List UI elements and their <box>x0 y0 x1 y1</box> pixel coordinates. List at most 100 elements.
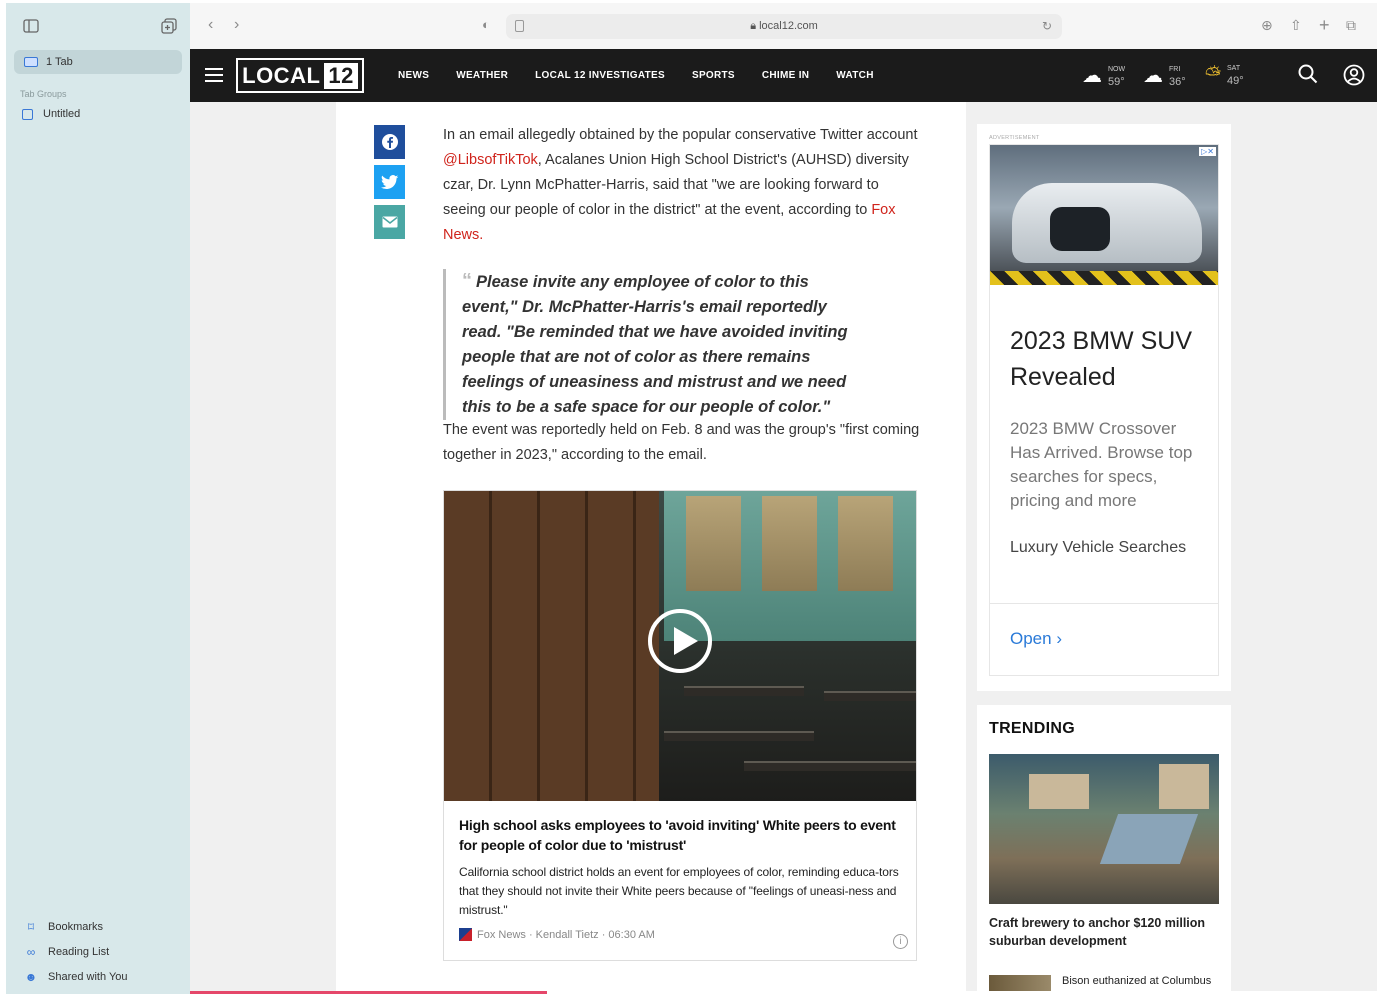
play-icon[interactable] <box>648 609 712 673</box>
sidebar-tab-group-untitled[interactable]: Untitled <box>22 108 80 120</box>
browser-sidebar: 1 Tab Tab Groups Untitled ⌑ Bookmarks ∞ … <box>6 3 190 994</box>
video-player[interactable] <box>444 491 916 801</box>
nav-weather[interactable]: WEATHER <box>456 70 508 81</box>
bookmark-icon: ⌑ <box>27 920 35 934</box>
weather-day: FRI <box>1169 65 1181 73</box>
weather-sat[interactable]: ⛅︎ SAT 49° <box>1205 63 1244 88</box>
nav-news[interactable]: NEWS <box>398 70 429 81</box>
url-text: 🔒︎ local12.com <box>506 20 1062 33</box>
ad-divider <box>990 603 1218 604</box>
trending-thumbnail <box>989 975 1051 991</box>
back-icon[interactable]: ‹ <box>208 16 213 34</box>
email-icon <box>382 216 397 228</box>
weather-day: NOW <box>1108 65 1126 73</box>
nav-sports[interactable]: SPORTS <box>692 70 735 81</box>
trending-item[interactable]: Bison euthanized at Columbus <box>989 975 1211 991</box>
trending-image-building <box>1159 764 1209 809</box>
weather-temp: 36° <box>1169 75 1186 88</box>
trending-image-court <box>1099 814 1199 864</box>
ad-title[interactable]: 2023 BMW SUV Revealed <box>1010 323 1210 395</box>
privacy-shield-icon[interactable]: ◐ <box>482 16 490 34</box>
chevron-right-icon: › <box>1056 629 1062 648</box>
twitter-share-button[interactable] <box>374 165 405 199</box>
ad-car-grille <box>1050 207 1110 251</box>
article-paragraph: The event was reportedly held on Feb. 8 … <box>443 422 920 463</box>
ad-description: 2023 BMW Crossover Has Arrived. Browse t… <box>1010 419 1193 510</box>
weather-temp: 59° <box>1108 75 1125 88</box>
trending-heading: TRENDING <box>989 720 1075 737</box>
twitter-icon <box>380 174 398 189</box>
video-frame-blind <box>762 496 817 591</box>
video-meta: Fox News · Kendall Tietz · 06:30 AM <box>459 928 655 941</box>
quote-mark-icon: “ <box>462 270 472 292</box>
sidebar-tab-item[interactable]: 1 Tab <box>14 50 182 74</box>
video-description: California school district holds an even… <box>459 865 899 917</box>
site-logo[interactable]: LOCAL 12 <box>236 58 364 93</box>
ad-choices-icon[interactable]: ▷✕ <box>1199 147 1216 156</box>
trending-headline[interactable]: Craft brewery to anchor $120 million sub… <box>989 914 1219 950</box>
fox-news-logo-icon <box>459 928 472 941</box>
sidebar-tab-label: 1 Tab <box>46 56 73 68</box>
ad-image[interactable]: ▷✕ <box>990 145 1218 285</box>
main-nav: NEWS WEATHER LOCAL 12 INVESTIGATES SPORT… <box>398 49 901 102</box>
sidebar-item-reading-list[interactable]: ∞ Reading List <box>24 945 109 959</box>
article-paragraph: In an email allegedly obtained by the po… <box>443 123 923 248</box>
shared-with-you-icon: ☻ <box>24 970 38 984</box>
page-content: In an email allegedly obtained by the po… <box>190 102 1377 991</box>
downloads-icon[interactable]: ⊕ <box>1261 16 1273 34</box>
cloud-icon: ☁ <box>1082 65 1102 87</box>
trending-image-building <box>1029 774 1089 809</box>
tab-overview-icon[interactable]: ⧉ <box>1346 16 1356 34</box>
new-tab-group-icon[interactable] <box>160 18 178 34</box>
email-share-button[interactable] <box>374 205 405 239</box>
trending-section: TRENDING Craft brewery to anchor $120 mi… <box>977 705 1231 991</box>
address-bar[interactable]: 🔒︎ local12.com ↻ <box>506 14 1062 39</box>
video-meta-text: Fox News · Kendall Tietz · 06:30 AM <box>477 928 655 941</box>
reading-list-icon: ∞ <box>26 945 36 959</box>
trending-image[interactable] <box>989 754 1219 904</box>
video-frame-desk <box>744 761 916 771</box>
nav-watch[interactable]: WATCH <box>836 70 873 81</box>
weather-now[interactable]: ☁ NOW 59° <box>1082 63 1125 88</box>
article-blockquote: “Please invite any employee of color to … <box>443 269 863 420</box>
video-frame-blind <box>838 496 893 591</box>
account-icon[interactable] <box>1343 64 1365 91</box>
ad-floor-stripe <box>990 271 1218 285</box>
sidebar-item-bookmarks[interactable]: ⌑ Bookmarks <box>24 920 103 934</box>
facebook-icon <box>381 134 398 150</box>
forward-icon[interactable]: › <box>234 16 239 34</box>
sidebar-item-shared-with-you[interactable]: ☻ Shared with You <box>24 970 128 984</box>
ad-open-button[interactable]: Open › <box>1010 629 1062 649</box>
nav-chime-in[interactable]: CHIME IN <box>762 70 809 81</box>
video-frame-desk <box>824 691 916 701</box>
logo-text: LOCAL <box>242 62 321 88</box>
info-icon[interactable]: i <box>893 934 908 949</box>
sidebar-item-label: Bookmarks <box>48 921 104 933</box>
share-icon[interactable]: ⇧ <box>1290 16 1302 34</box>
paragraph-text: In an email allegedly obtained by the po… <box>443 127 918 143</box>
trending-item-title: Bison euthanized at Columbus <box>1062 975 1212 987</box>
nav-local-12-investigates[interactable]: LOCAL 12 INVESTIGATES <box>535 70 665 81</box>
url-value: local12.com <box>759 20 818 32</box>
snow-cloud-icon: ☁ <box>1143 65 1163 87</box>
new-tab-icon[interactable]: + <box>1319 16 1330 34</box>
video-card: High school asks employees to 'avoid inv… <box>443 490 917 961</box>
tab-group-label: Untitled <box>43 108 81 120</box>
sidebar-toggle-icon[interactable] <box>22 18 40 34</box>
libsoftiktok-link[interactable]: @LibsofTikTok <box>443 152 538 168</box>
facebook-share-button[interactable] <box>374 125 405 159</box>
video-frame-blind <box>686 496 741 591</box>
reload-icon[interactable]: ↻ <box>1042 19 1052 33</box>
ad-sponsor: Luxury Vehicle Searches <box>1010 539 1187 556</box>
weather-fri[interactable]: ☁ FRI 36° <box>1143 63 1186 88</box>
menu-icon[interactable] <box>205 68 223 82</box>
partly-sunny-icon: ⛅︎ <box>1205 63 1221 86</box>
sidebar-item-label: Shared with You <box>48 971 128 983</box>
tab-group-icon <box>22 108 33 120</box>
ad-card[interactable]: ▷✕ 2023 BMW SUV Revealed 2023 BMW Crosso… <box>989 144 1219 676</box>
weather-temp: 49° <box>1227 75 1244 87</box>
search-icon[interactable] <box>1298 64 1318 89</box>
ad-label: ADVERTISEMENT <box>989 135 1040 141</box>
laptop-icon <box>24 57 38 67</box>
video-title[interactable]: High school asks employees to 'avoid inv… <box>459 815 899 855</box>
